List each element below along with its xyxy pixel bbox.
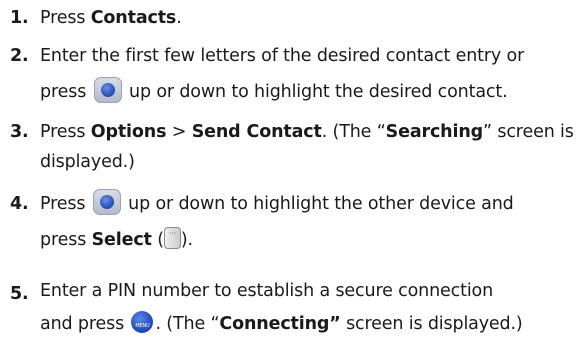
step-text-part: ). [180,230,193,250]
softkey-icon [163,227,181,249]
step-line: Enter a PIN number to establish a secure… [40,281,494,301]
step-text: Press Contacts. [40,0,582,36]
step-number: 5. [10,284,29,304]
contacts-term: Contacts [90,8,177,28]
step-text-part: . (The “ [155,314,220,334]
step-line: and press MENU OK . (The “Connecting” scre… [40,306,582,347]
step-text: Enter a PIN number to establish a secure… [40,276,582,347]
select-term: Select [91,230,152,250]
step-text-part: up or down to highlight the other device… [122,194,514,214]
step-number: 3. [10,122,29,142]
step-text-part: ” screen is [483,122,574,142]
navigation-key-icon [93,77,122,103]
navigation-key-icon [92,189,121,215]
step-2: 2. Enter the first few letters of the de… [10,38,582,110]
step-number: 2. [10,46,29,66]
step-line: Enter the first few letters of the desir… [40,46,525,66]
step-text-part: . (The “ [321,122,386,142]
step-text-part: up or down to highlight the desired cont… [123,82,508,102]
send-contact-term: Send Contact [191,122,322,142]
step-line: press Select (). [40,222,582,258]
step-text-part: . [176,8,182,28]
step-text-part: Press [40,8,91,28]
step-3: 3. Press Options > Send Contact. (The “S… [10,114,582,177]
step-text-part: press [40,82,92,102]
step-number: 1. [10,8,29,28]
step-5: 5. Enter a PIN number to establish a sec… [10,276,582,347]
step-text-part: press [40,230,92,250]
step-text: Enter the first few letters of the desir… [40,38,582,110]
step-line: Press Options > Send Contact. (The “Sear… [40,114,582,147]
step-text-part: > [166,122,192,142]
searching-term: Searching [385,122,484,142]
connecting-term: Connecting” [219,314,341,334]
step-text-part: Press [40,122,91,142]
step-line: Press up or down to highlight the other … [40,186,582,222]
step-text-part: ( [151,230,164,250]
menu-ok-key-icon: MENU OK [131,311,154,347]
step-number: 4. [10,194,29,214]
step-text-part: screen is displayed.) [340,314,523,334]
step-1: 1. Press Contacts. [10,0,582,36]
step-text-part: and press [40,314,130,334]
step-line: press up or down to highlight the desire… [40,74,582,110]
step-line: displayed.) [40,152,135,172]
step-text-part: Press [40,194,91,214]
step-text: Press Options > Send Contact. (The “Sear… [40,114,582,177]
options-term: Options [90,122,167,142]
menu-key-label: MENU [135,323,150,329]
step-text: Press up or down to highlight the other … [40,186,582,258]
step-4: 4. Press up or down to highlight the oth… [10,186,582,258]
ok-key-label: OK [139,341,146,347]
